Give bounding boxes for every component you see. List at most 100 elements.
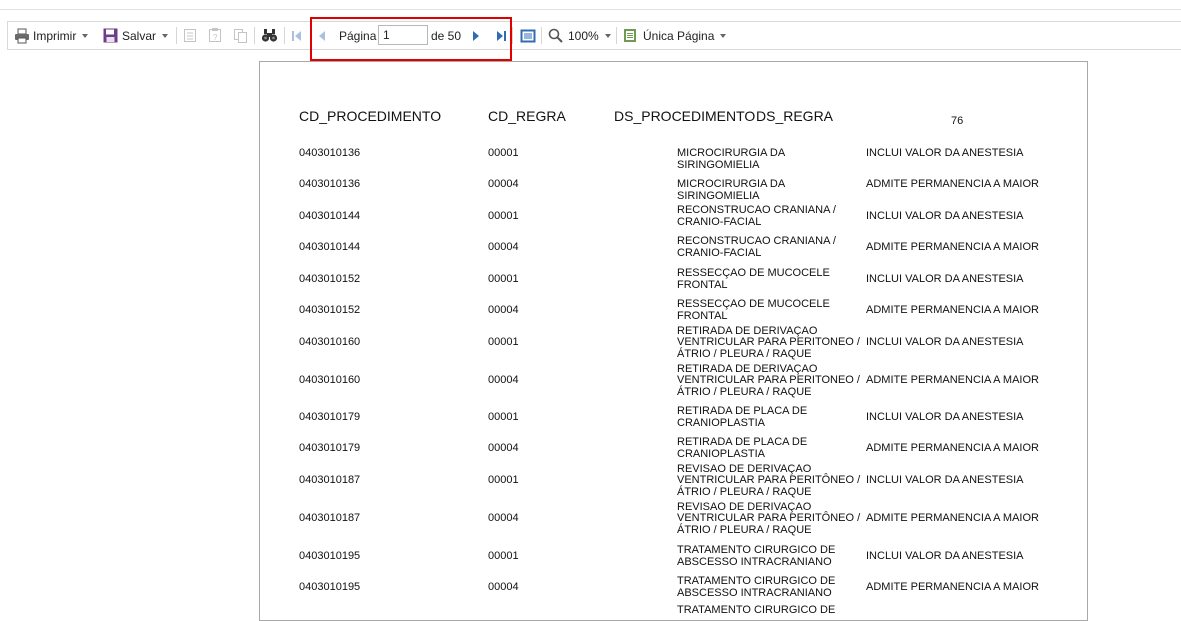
table-row: 0403010160 00001 RETIRADA DE DERIVAÇAO VENT… — [260, 325, 1087, 367]
cell-ds-procedimento: RESSECÇAO DE MUCOCELE FRONTAL — [677, 299, 867, 322]
cell-cd-regra: 00001 — [488, 474, 519, 486]
header-cd-regra: CD_REGRA — [488, 108, 566, 124]
ds-procedimento-line: ÁTRIO / PLEURA / RAQUE — [677, 347, 812, 360]
table-row: 0403010144 00004 RECONSTRUCAO CRANIANA / CR… — [260, 236, 1087, 272]
toolbar-separator — [284, 27, 285, 44]
ds-procedimento-line: CRANIO-FACIAL — [677, 246, 762, 259]
table-row: TRATAMENTO CIRURGICO DE — [260, 604, 1087, 620]
cell-cd-regra: 00001 — [488, 147, 519, 159]
cell-ds-procedimento: RETIRADA DE DERIVAÇAO VENTRICULAR PARA PE… — [677, 363, 867, 399]
toolbar-separator — [616, 27, 617, 44]
top-divider — [0, 9, 1181, 10]
toolbar-separator — [254, 27, 255, 44]
cell-ds-procedimento: REVISAO DE DERIVAÇAO VENTRICULAR PARA PER… — [677, 501, 867, 537]
cell-ds-regra: INCLUI VALOR DA ANESTESIA — [866, 411, 1024, 423]
header-ds-procedimento: DS_PROCEDIMENTO — [614, 108, 756, 124]
ds-procedimento-line: CRANIOPLASTIA — [677, 416, 766, 429]
table-row: 0403010136 00004 MICROCIRURGIA DA SIRINGOM… — [260, 178, 1087, 209]
cell-ds-regra: INCLUI VALOR DA ANESTESIA — [866, 273, 1024, 285]
ds-procedimento-line: ÁTRIO / PLEURA / RAQUE — [677, 523, 812, 536]
document-export-icon: ? — [209, 28, 221, 42]
print-button[interactable]: Imprimir — [14, 22, 89, 49]
cell-cd-procedimento: 0403010136 — [299, 178, 361, 190]
cell-cd-procedimento: 0403010160 — [299, 336, 361, 348]
cell-cd-procedimento: 0403010195 — [299, 550, 361, 562]
cell-ds-regra: ADMITE PERMANENCIA A MAIOR — [866, 178, 1039, 190]
copy-button[interactable] — [233, 22, 248, 49]
page-navigation-highlight — [310, 17, 512, 61]
cell-ds-regra: ADMITE PERMANENCIA A MAIOR — [866, 374, 1039, 386]
ds-procedimento-line: ABSCESSO INTRACRANIANO — [677, 586, 832, 599]
ds-procedimento-line: ÁTRIO / PLEURA / RAQUE — [677, 385, 812, 398]
cell-cd-procedimento: 0403010136 — [299, 147, 361, 159]
cell-cd-regra: 00004 — [488, 374, 519, 386]
page-marker: 76 — [951, 115, 964, 127]
ds-procedimento-line: ÁTRIO / PLEURA / RAQUE — [677, 485, 812, 498]
toggle-sidebar-button[interactable] — [520, 22, 536, 49]
print-label: Imprimir — [33, 28, 77, 43]
table-row: 0403010144 00001 RECONSTRUCAO CRANIANA / CR… — [260, 205, 1087, 241]
cell-ds-regra: INCLUI VALOR DA ANESTESIA — [866, 147, 1024, 159]
ds-procedimento-line: ABSCESSO INTRACRANIANO — [677, 555, 832, 568]
cell-ds-regra: ADMITE PERMANENCIA A MAIOR — [866, 581, 1039, 593]
chevron-down-icon — [82, 33, 89, 38]
find-button[interactable] — [261, 22, 278, 49]
cell-cd-regra: 00001 — [488, 336, 519, 348]
cell-cd-regra: 00004 — [488, 442, 519, 454]
cell-ds-procedimento: MICROCIRURGIA DA SIRINGOMIELIA — [677, 147, 867, 171]
toolbar-separator — [176, 27, 177, 44]
panel-icon — [520, 29, 536, 42]
cell-ds-regra: ADMITE PERMANENCIA A MAIOR — [866, 304, 1039, 316]
single-page-icon — [624, 29, 636, 42]
cell-cd-regra: 00001 — [488, 550, 519, 562]
cell-ds-procedimento: REVISAO DE DERIVAÇAO VENTRICULAR PARA PER… — [677, 463, 867, 499]
export-button[interactable]: ? — [208, 22, 222, 49]
cell-cd-procedimento: 0403010195 — [299, 581, 361, 593]
cell-ds-procedimento: RECONSTRUCAO CRANIANA / CRANIO-FACIAL — [677, 236, 867, 259]
cell-ds-procedimento: TRATAMENTO CIRURGICO DE ABSCESSO INTRACRA… — [677, 545, 867, 568]
cell-ds-procedimento: TRATAMENTO CIRURGICO DE ABSCESSO INTRACRA… — [677, 576, 867, 599]
zoom-dropdown[interactable]: 100% — [548, 22, 611, 49]
cell-cd-regra: 00004 — [488, 178, 519, 190]
cell-cd-procedimento: 0403010152 — [299, 304, 361, 316]
cell-ds-regra: INCLUI VALOR DA ANESTESIA — [866, 474, 1024, 486]
cell-ds-regra: INCLUI VALOR DA ANESTESIA — [866, 336, 1024, 348]
ds-procedimento-line: VENTRICULAR PARA PERITÔNEO / — [677, 512, 861, 524]
cell-cd-procedimento: 0403010144 — [299, 210, 361, 222]
save-label: Salvar — [122, 28, 157, 43]
first-page-icon — [292, 30, 301, 41]
table-row: 0403010152 00001 RESSECÇAO DE MUCOCELE FRON… — [260, 268, 1087, 304]
printer-icon — [15, 28, 29, 43]
binoculars-icon — [261, 29, 278, 42]
table-row: 0403010160 00004 RETIRADA DE DERIVAÇAO VENT… — [260, 363, 1087, 405]
table-row: 0403010179 00004 RETIRADA DE PLACA DE CRANI… — [260, 437, 1087, 473]
cell-cd-procedimento: 0403010160 — [299, 374, 361, 386]
view-mode-label: Única Página — [643, 28, 715, 43]
cell-cd-regra: 00001 — [488, 273, 519, 285]
cell-ds-procedimento: RETIRADA DE DERIVAÇAO VENTRICULAR PARA PE… — [677, 325, 867, 361]
header-cd-procedimento: CD_PROCEDIMENTO — [299, 108, 442, 124]
view-mode-dropdown[interactable]: Única Página — [623, 22, 727, 49]
copy-icon — [234, 29, 247, 43]
ds-procedimento-line: FRONTAL — [677, 309, 728, 322]
cell-cd-regra: 00004 — [488, 304, 519, 316]
cell-cd-procedimento: 0403010187 — [299, 474, 361, 486]
toolbar-separator — [512, 27, 513, 44]
svg-text:?: ? — [213, 33, 218, 42]
table-row: 0403010187 00001 REVISAO DE DERIVAÇAO VENTR… — [260, 463, 1087, 505]
cell-ds-procedimento: MICROCIRURGIA DA SIRINGOMIELIA — [677, 178, 867, 202]
cell-ds-regra: INCLUI VALOR DA ANESTESIA — [866, 210, 1024, 222]
first-page-button[interactable] — [291, 22, 303, 49]
first-page-content-button[interactable] — [183, 22, 197, 49]
report-page: CD_PROCEDIMENTO CD_REGRA DS_PROCEDIMENTO… — [259, 61, 1088, 621]
ds-procedimento-line: FRONTAL — [677, 278, 728, 291]
magnifier-icon — [548, 28, 563, 43]
cell-ds-regra: ADMITE PERMANENCIA A MAIOR — [866, 241, 1039, 253]
table-row: 0403010136 00001 MICROCIRURGIA DA SIRINGOM… — [260, 147, 1087, 178]
floppy-disk-icon — [103, 28, 118, 43]
save-button[interactable]: Salvar — [103, 22, 169, 49]
ds-procedimento-line: MICROCIRURGIA DA SIRINGOMIELIA — [677, 147, 785, 171]
cell-cd-regra: 00001 — [488, 210, 519, 222]
zoom-label: 100% — [568, 28, 599, 43]
cell-ds-procedimento: TRATAMENTO CIRURGICO DE — [677, 604, 867, 617]
